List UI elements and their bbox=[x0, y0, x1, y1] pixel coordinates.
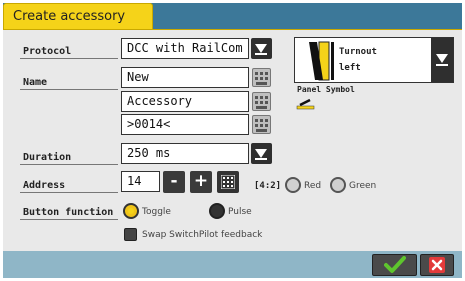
turnout-dropdown-button[interactable] bbox=[431, 38, 453, 82]
button-function-label: Button function bbox=[23, 207, 114, 218]
name-field-3[interactable]: >0014< bbox=[121, 114, 249, 135]
cancel-button[interactable] bbox=[420, 254, 454, 276]
duration-value: 250 ms bbox=[127, 146, 171, 160]
red-radio[interactable] bbox=[285, 177, 301, 193]
address-field[interactable]: 14 bbox=[121, 171, 160, 192]
divider bbox=[20, 164, 118, 165]
protocol-select[interactable]: DCC with RailCom bbox=[121, 38, 249, 59]
divider bbox=[20, 219, 118, 220]
protocol-label: Protocol bbox=[23, 46, 72, 57]
address-value: 14 bbox=[127, 174, 142, 188]
address-label: Address bbox=[23, 180, 66, 191]
divider bbox=[20, 58, 118, 59]
create-accessory-dialog: Create accessory Protocol DCC with RailC… bbox=[0, 0, 465, 281]
keyboard-icon[interactable] bbox=[252, 68, 271, 87]
ok-button[interactable] bbox=[372, 254, 417, 276]
swap-feedback-checkbox[interactable] bbox=[124, 228, 137, 241]
panel-symbol-label: Panel Symbol bbox=[297, 85, 355, 94]
toggle-radio[interactable] bbox=[123, 203, 139, 219]
address-increment-button[interactable]: + bbox=[190, 171, 212, 193]
green-radio-label: Green bbox=[349, 181, 377, 191]
port-indicator: [4:2] bbox=[254, 181, 282, 191]
duration-label: Duration bbox=[23, 152, 72, 163]
keyboard-icon[interactable] bbox=[252, 92, 271, 111]
turnout-direction-text: left bbox=[339, 63, 361, 73]
keypad-icon bbox=[221, 175, 235, 189]
name-label: Name bbox=[23, 77, 48, 88]
green-radio[interactable] bbox=[330, 177, 346, 193]
turnout-type-text: Turnout bbox=[339, 47, 377, 57]
duration-select[interactable]: 250 ms bbox=[121, 143, 249, 164]
name-line2-value: Accessory bbox=[127, 94, 193, 108]
protocol-value: DCC with RailCom bbox=[127, 41, 243, 55]
address-decrement-button[interactable]: - bbox=[163, 171, 185, 193]
name-line1-value: New bbox=[127, 70, 149, 84]
name-field-1[interactable]: New bbox=[121, 67, 249, 88]
dialog-title: Create accessory bbox=[13, 9, 126, 24]
panel-symbol-icon bbox=[296, 98, 315, 110]
divider bbox=[20, 192, 118, 193]
divider bbox=[20, 89, 118, 90]
red-radio-label: Red bbox=[304, 181, 322, 191]
swap-feedback-label: Swap SwitchPilot feedback bbox=[142, 230, 263, 240]
keyboard-icon[interactable] bbox=[252, 115, 271, 134]
address-keypad-button[interactable] bbox=[217, 171, 239, 193]
name-field-2[interactable]: Accessory bbox=[121, 91, 249, 112]
pulse-radio[interactable] bbox=[209, 203, 225, 219]
protocol-dropdown-button[interactable] bbox=[251, 38, 272, 59]
turnout-symbol-select[interactable]: Turnout left bbox=[294, 37, 454, 83]
title-tab: Create accessory bbox=[3, 3, 153, 30]
toggle-radio-label: Toggle bbox=[142, 207, 171, 217]
name-line3-value: >0014< bbox=[127, 117, 171, 131]
pulse-radio-label: Pulse bbox=[228, 207, 252, 217]
checkmark-icon bbox=[384, 256, 406, 273]
close-icon bbox=[429, 257, 445, 273]
duration-dropdown-button[interactable] bbox=[251, 143, 272, 164]
